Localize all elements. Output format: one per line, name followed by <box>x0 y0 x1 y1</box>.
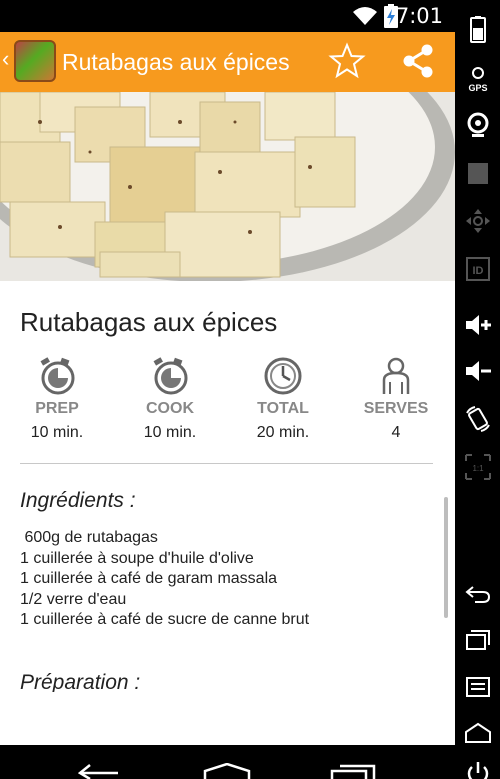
nav-recents-icon[interactable] <box>330 763 378 779</box>
ingredient-item: 1/2 verre d'eau <box>20 590 127 608</box>
emulator-side-bar-bottom <box>455 745 500 779</box>
navigation-bar <box>0 745 455 779</box>
svg-text:GPS: GPS <box>468 83 487 93</box>
action-bar: ‹ Rutabagas aux épices <box>0 32 455 92</box>
stat-value: 10 min. <box>30 424 84 441</box>
emulator-side-bar: GPS ID 1:1 <box>455 0 500 745</box>
person-icon <box>382 357 410 394</box>
content-cutoff <box>0 692 455 745</box>
scrollbar[interactable] <box>444 497 448 618</box>
id-icon[interactable]: ID <box>463 254 493 284</box>
share-button[interactable] <box>400 42 436 80</box>
gps-icon[interactable]: GPS <box>463 64 493 94</box>
volume-down-icon[interactable] <box>463 356 493 386</box>
recipe-content[interactable]: Rutabagas aux épices PREP 10 min. COOK 1… <box>0 92 455 745</box>
clock-icon <box>264 357 302 395</box>
dpad-icon[interactable] <box>463 206 493 236</box>
home-icon[interactable] <box>463 718 493 748</box>
prep-timer-icon <box>40 357 75 395</box>
ingredients-heading: Ingrédients : <box>20 489 136 512</box>
status-bar: 7:01 <box>0 0 455 32</box>
ingredient-item: 600g de rutabagas <box>20 529 158 546</box>
webcam-icon[interactable] <box>463 110 493 140</box>
recipe-photo <box>0 92 455 281</box>
back-icon[interactable] <box>463 578 493 608</box>
svg-text:1:1: 1:1 <box>472 464 484 473</box>
battery-icon <box>470 16 486 43</box>
favorite-star-button[interactable] <box>328 42 366 80</box>
nav-back-icon[interactable] <box>78 763 124 779</box>
ingredients-list: 600g de rutabagas 1 cuillerée à soupe d'… <box>20 528 309 631</box>
stat-label: PREP <box>35 400 79 417</box>
volume-up-icon[interactable] <box>463 310 493 340</box>
cook-timer-icon <box>153 357 188 395</box>
ingredient-item: 1 cuillerée à soupe d'huile d'olive <box>20 549 254 567</box>
clapper-icon[interactable] <box>463 158 493 188</box>
stat-label: SERVES <box>363 400 429 417</box>
nav-home-icon[interactable] <box>203 763 251 779</box>
stat-value: 10 min. <box>143 424 197 441</box>
svg-text:ID: ID <box>473 265 484 277</box>
power-icon[interactable] <box>465 761 491 779</box>
rotate-icon[interactable] <box>463 404 493 434</box>
wifi-icon <box>353 7 377 25</box>
stat-label: TOTAL <box>257 400 309 417</box>
recent-apps-icon[interactable] <box>463 625 493 655</box>
divider <box>20 463 433 464</box>
up-chevron-icon[interactable]: ‹ <box>2 46 9 72</box>
ingredient-item: 1 cuillerée à café de sucre de canne bru… <box>20 611 310 629</box>
clock: 7:01 <box>395 4 443 28</box>
stat-value: 4 <box>391 424 401 441</box>
menu-icon[interactable] <box>463 672 493 702</box>
recipe-title: Rutabagas aux épices <box>20 307 278 337</box>
action-bar-title: Rutabagas aux épices <box>62 49 290 75</box>
stat-label: COOK <box>146 400 194 417</box>
ingredient-item: 1 cuillerée à café de garam massala <box>20 570 278 588</box>
scale-icon[interactable]: 1:1 <box>463 452 493 482</box>
stat-value: 20 min. <box>256 424 310 441</box>
app-logo[interactable] <box>14 40 56 82</box>
